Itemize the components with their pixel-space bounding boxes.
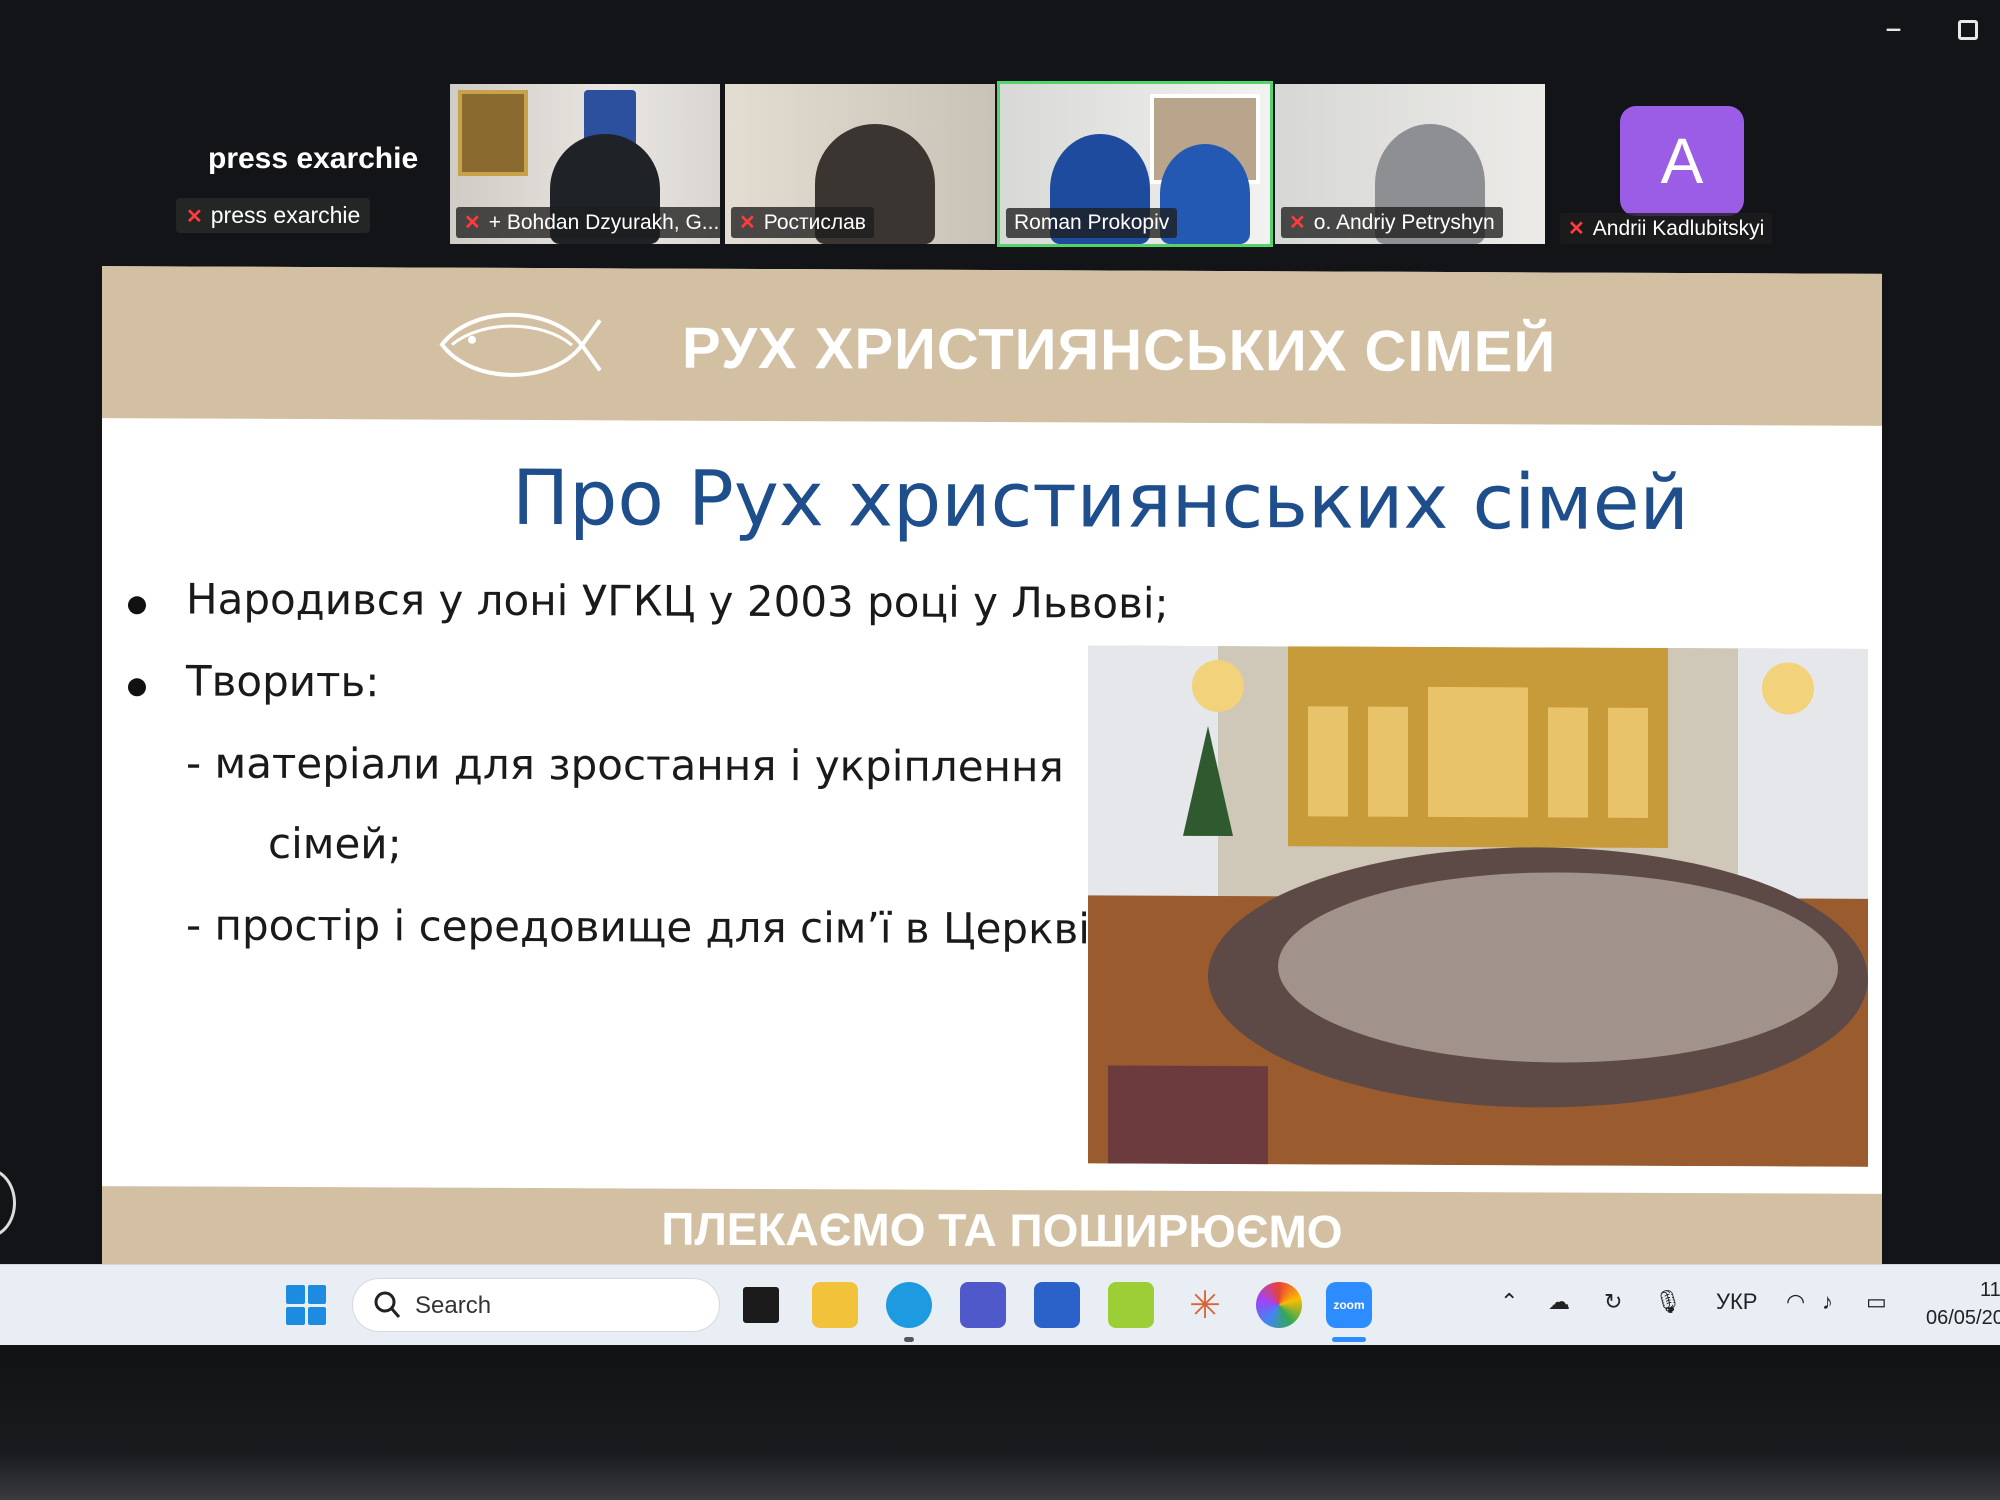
- claude-icon[interactable]: ✳: [1182, 1282, 1228, 1328]
- running-indicator: [904, 1337, 914, 1342]
- header-title: РУХ ХРИСТИЯНСЬКИХ СІМЕЙ: [682, 315, 1557, 385]
- circle-control[interactable]: [0, 1168, 16, 1238]
- sync-icon[interactable]: ↻: [1604, 1289, 1622, 1315]
- active-app-indicator: [1332, 1337, 1366, 1342]
- edge-icon[interactable]: [886, 1282, 932, 1328]
- participant-name: + Bohdan Dzyurakh, G...: [488, 211, 720, 234]
- participant-tile[interactable]: ✕ + Bohdan Dzyurakh, G...: [450, 84, 720, 244]
- chevron-up-icon[interactable]: ⌃: [1500, 1289, 1518, 1315]
- minimize-button[interactable]: –: [1885, 8, 1902, 48]
- bullet-text: Народився у лоні УГКЦ у 2003 році у Льво…: [186, 574, 1169, 628]
- participant-name: o. Andriy Petryshyn: [1313, 211, 1495, 234]
- participant-tile-avatar[interactable]: A ✕ Andrii Kadlubitskyi: [1560, 80, 1773, 250]
- monitor-bezel: [0, 1345, 2000, 1500]
- bullet-icon: [128, 678, 146, 697]
- self-tag: ✕ press exarchie: [176, 198, 371, 233]
- search-icon: [374, 1291, 401, 1318]
- slide-header-band: РУХ ХРИСТИЯНСЬКИХ СІМЕЙ: [102, 266, 1882, 426]
- icon-picture: [458, 90, 528, 176]
- microphone-icon[interactable]: 🎙: [1654, 1289, 1682, 1315]
- slide-title: Про Рух християнських сімей: [512, 452, 1689, 548]
- participant-name: Andrii Kadlubitskyi: [1592, 217, 1765, 240]
- taskbar: Search ✳ zoom ⌃ ☁ ↻ 🎙 УКР ◠ ♪ ▭ 11 06/05…: [0, 1264, 2000, 1345]
- file-explorer-icon[interactable]: [812, 1282, 858, 1328]
- group-photo: [1088, 645, 1868, 1167]
- participant-name: Roman Prokopiv: [1014, 211, 1170, 234]
- slide-footer-band: ПЛЕКАЄМО ТА ПОШИРЮЄМО: [102, 1186, 1882, 1274]
- self-name: press exarchie: [208, 142, 419, 175]
- bullet-text: Творить:: [186, 656, 380, 707]
- task-view-icon[interactable]: [738, 1282, 784, 1328]
- zoom-icon[interactable]: zoom: [1326, 1282, 1372, 1328]
- a-app-icon[interactable]: [1108, 1282, 1154, 1328]
- language-indicator[interactable]: УКР: [1716, 1289, 1757, 1315]
- wifi-icon[interactable]: ◠: [1786, 1289, 1805, 1315]
- screen: – press exarchie ✕ press exarchie ✕ + Bohd…: [0, 0, 2000, 1345]
- restore-icon[interactable]: [1958, 20, 1978, 40]
- teams-icon[interactable]: [960, 1282, 1006, 1328]
- search-input[interactable]: Search: [352, 1278, 720, 1332]
- participant-tile-active[interactable]: Roman Prokopiv: [997, 81, 1273, 247]
- avatar: A: [1620, 106, 1744, 216]
- shared-slide: РУХ ХРИСТИЯНСЬКИХ СІМЕЙ Про Рух християн…: [102, 266, 1882, 1274]
- participant-tile[interactable]: ✕ o. Andriy Petryshyn: [1275, 84, 1545, 244]
- bullet-icon: [128, 596, 146, 615]
- clock-time[interactable]: 11: [1980, 1279, 2000, 1302]
- color-wheel-icon[interactable]: [1256, 1282, 1302, 1328]
- sub-item-text: - матеріали для зростання і укріплення: [186, 738, 1064, 792]
- mic-muted-icon: ✕: [1289, 212, 1306, 234]
- mic-muted-icon: ✕: [464, 212, 481, 234]
- participant-name-tag: Roman Prokopiv: [1006, 208, 1178, 238]
- footer-text: ПЛЕКАЄМО ТА ПОШИРЮЄМО: [661, 1202, 1343, 1258]
- participant-name: Ростислав: [763, 211, 866, 234]
- fish-logo-icon: [439, 312, 602, 377]
- mic-muted-icon: ✕: [1568, 218, 1585, 240]
- windows-start-icon[interactable]: [286, 1285, 326, 1325]
- sub-item-text: - простір і середовище для сім’ї в Церкв…: [186, 900, 1105, 954]
- mic-muted-icon: ✕: [739, 212, 756, 234]
- sub-item-text: сімей;: [268, 818, 402, 869]
- clock-date[interactable]: 06/05/20: [1926, 1307, 2000, 1330]
- participant-name-tag: ✕ Andrii Kadlubitskyi: [1560, 213, 1773, 244]
- participant-name-tag: ✕ Ростислав: [731, 207, 874, 238]
- onedrive-icon[interactable]: ☁: [1548, 1289, 1570, 1315]
- mic-muted-icon: ✕: [186, 206, 203, 228]
- participant-name-tag: ✕ o. Andriy Petryshyn: [1281, 207, 1503, 238]
- volume-icon[interactable]: ♪: [1822, 1289, 1833, 1315]
- search-label: Search: [415, 1292, 492, 1319]
- participant-strip: press exarchie ✕ press exarchie ✕ + Bohdan…: [0, 80, 2000, 250]
- microsoft-store-icon[interactable]: [1034, 1282, 1080, 1328]
- participant-tile[interactable]: ✕ Ростислав: [725, 84, 995, 244]
- participant-name-tag: ✕ + Bohdan Dzyurakh, G...: [456, 207, 720, 238]
- battery-icon[interactable]: ▭: [1866, 1289, 1887, 1315]
- self-tag-label: press exarchie: [210, 202, 361, 228]
